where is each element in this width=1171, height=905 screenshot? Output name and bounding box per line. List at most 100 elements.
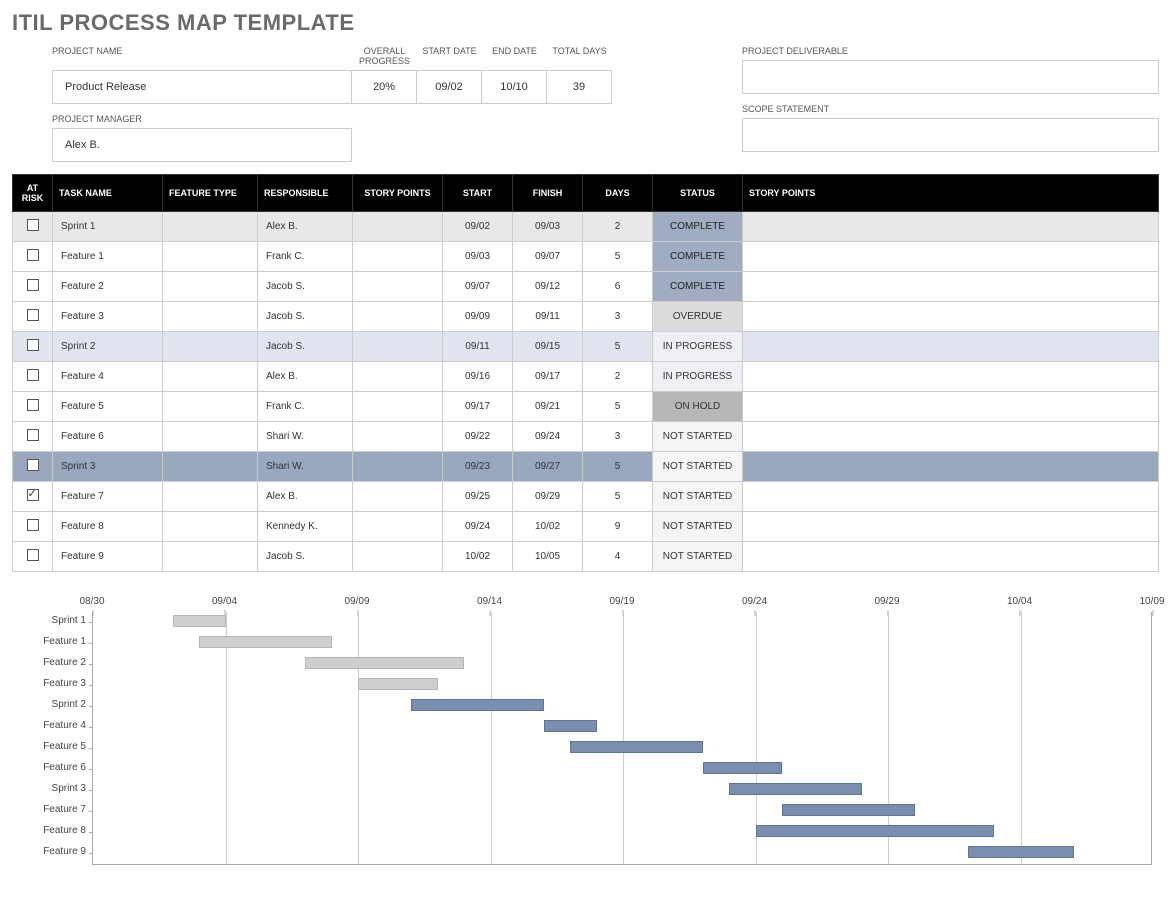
cell-days[interactable]: 9 <box>583 512 653 542</box>
cell-feature[interactable] <box>163 302 258 332</box>
cell-task[interactable]: Sprint 1 <box>53 212 163 242</box>
cell-storypoints-2[interactable] <box>743 422 1159 452</box>
cell-status[interactable]: NOT STARTED <box>653 482 743 512</box>
risk-checkbox[interactable] <box>27 489 39 501</box>
cell-responsible[interactable]: Frank C. <box>258 392 353 422</box>
cell-storypoints-2[interactable] <box>743 482 1159 512</box>
cell-status[interactable]: COMPLETE <box>653 242 743 272</box>
risk-checkbox[interactable] <box>27 309 39 321</box>
cell-start[interactable]: 09/17 <box>443 392 513 422</box>
cell-responsible[interactable]: Shari W. <box>258 452 353 482</box>
cell-finish[interactable]: 09/17 <box>513 362 583 392</box>
cell-start[interactable]: 09/07 <box>443 272 513 302</box>
cell-start[interactable]: 09/24 <box>443 512 513 542</box>
cell-storypoints[interactable] <box>353 332 443 362</box>
cell-finish[interactable]: 09/03 <box>513 212 583 242</box>
cell-start[interactable]: 09/25 <box>443 482 513 512</box>
cell-task[interactable]: Feature 9 <box>53 542 163 572</box>
cell-storypoints-2[interactable] <box>743 332 1159 362</box>
cell-responsible[interactable]: Jacob S. <box>258 302 353 332</box>
cell-days[interactable]: 5 <box>583 332 653 362</box>
cell-responsible[interactable]: Alex B. <box>258 362 353 392</box>
scope-input[interactable] <box>742 118 1159 152</box>
cell-days[interactable]: 3 <box>583 302 653 332</box>
cell-days[interactable]: 5 <box>583 482 653 512</box>
cell-status[interactable]: COMPLETE <box>653 212 743 242</box>
cell-responsible[interactable]: Shari W. <box>258 422 353 452</box>
cell-task[interactable]: Feature 2 <box>53 272 163 302</box>
cell-status[interactable]: OVERDUE <box>653 302 743 332</box>
cell-finish[interactable]: 10/02 <box>513 512 583 542</box>
cell-days[interactable]: 2 <box>583 212 653 242</box>
cell-finish[interactable]: 09/07 <box>513 242 583 272</box>
cell-finish[interactable]: 09/21 <box>513 392 583 422</box>
cell-storypoints[interactable] <box>353 542 443 572</box>
cell-days[interactable]: 2 <box>583 362 653 392</box>
risk-checkbox[interactable] <box>27 249 39 261</box>
cell-status[interactable]: IN PROGRESS <box>653 332 743 362</box>
cell-start[interactable]: 09/02 <box>443 212 513 242</box>
cell-feature[interactable] <box>163 272 258 302</box>
cell-finish[interactable]: 09/11 <box>513 302 583 332</box>
cell-feature[interactable] <box>163 392 258 422</box>
cell-status[interactable]: NOT STARTED <box>653 512 743 542</box>
cell-responsible[interactable]: Alex B. <box>258 482 353 512</box>
cell-task[interactable]: Feature 4 <box>53 362 163 392</box>
risk-checkbox[interactable] <box>27 219 39 231</box>
deliverable-input[interactable] <box>742 60 1159 94</box>
cell-days[interactable]: 3 <box>583 422 653 452</box>
risk-checkbox[interactable] <box>27 399 39 411</box>
cell-finish[interactable]: 09/29 <box>513 482 583 512</box>
cell-start[interactable]: 09/16 <box>443 362 513 392</box>
risk-checkbox[interactable] <box>27 549 39 561</box>
cell-days[interactable]: 5 <box>583 242 653 272</box>
cell-feature[interactable] <box>163 242 258 272</box>
cell-storypoints[interactable] <box>353 212 443 242</box>
cell-storypoints-2[interactable] <box>743 392 1159 422</box>
risk-checkbox[interactable] <box>27 519 39 531</box>
cell-storypoints[interactable] <box>353 512 443 542</box>
cell-start[interactable]: 09/09 <box>443 302 513 332</box>
cell-days[interactable]: 4 <box>583 542 653 572</box>
cell-storypoints[interactable] <box>353 242 443 272</box>
cell-feature[interactable] <box>163 482 258 512</box>
risk-checkbox[interactable] <box>27 369 39 381</box>
cell-feature[interactable] <box>163 512 258 542</box>
start-date-value[interactable]: 09/02 <box>417 70 482 104</box>
cell-storypoints-2[interactable] <box>743 512 1159 542</box>
cell-storypoints-2[interactable] <box>743 242 1159 272</box>
risk-checkbox[interactable] <box>27 429 39 441</box>
cell-start[interactable]: 09/23 <box>443 452 513 482</box>
cell-storypoints-2[interactable] <box>743 542 1159 572</box>
cell-feature[interactable] <box>163 332 258 362</box>
cell-responsible[interactable]: Alex B. <box>258 212 353 242</box>
cell-feature[interactable] <box>163 362 258 392</box>
cell-status[interactable]: NOT STARTED <box>653 452 743 482</box>
cell-storypoints[interactable] <box>353 302 443 332</box>
cell-storypoints[interactable] <box>353 482 443 512</box>
cell-task[interactable]: Feature 7 <box>53 482 163 512</box>
cell-finish[interactable]: 09/27 <box>513 452 583 482</box>
cell-storypoints[interactable] <box>353 452 443 482</box>
cell-start[interactable]: 10/02 <box>443 542 513 572</box>
cell-feature[interactable] <box>163 542 258 572</box>
cell-status[interactable]: NOT STARTED <box>653 542 743 572</box>
cell-start[interactable]: 09/22 <box>443 422 513 452</box>
cell-finish[interactable]: 09/15 <box>513 332 583 362</box>
cell-responsible[interactable]: Kennedy K. <box>258 512 353 542</box>
cell-task[interactable]: Sprint 3 <box>53 452 163 482</box>
cell-task[interactable]: Feature 8 <box>53 512 163 542</box>
cell-storypoints-2[interactable] <box>743 302 1159 332</box>
cell-status[interactable]: COMPLETE <box>653 272 743 302</box>
cell-days[interactable]: 6 <box>583 272 653 302</box>
project-name-input[interactable]: Product Release <box>52 70 352 104</box>
cell-responsible[interactable]: Jacob S. <box>258 542 353 572</box>
risk-checkbox[interactable] <box>27 459 39 471</box>
cell-task[interactable]: Feature 1 <box>53 242 163 272</box>
cell-finish[interactable]: 10/05 <box>513 542 583 572</box>
cell-status[interactable]: NOT STARTED <box>653 422 743 452</box>
cell-feature[interactable] <box>163 212 258 242</box>
cell-storypoints[interactable] <box>353 422 443 452</box>
cell-days[interactable]: 5 <box>583 392 653 422</box>
cell-storypoints-2[interactable] <box>743 452 1159 482</box>
